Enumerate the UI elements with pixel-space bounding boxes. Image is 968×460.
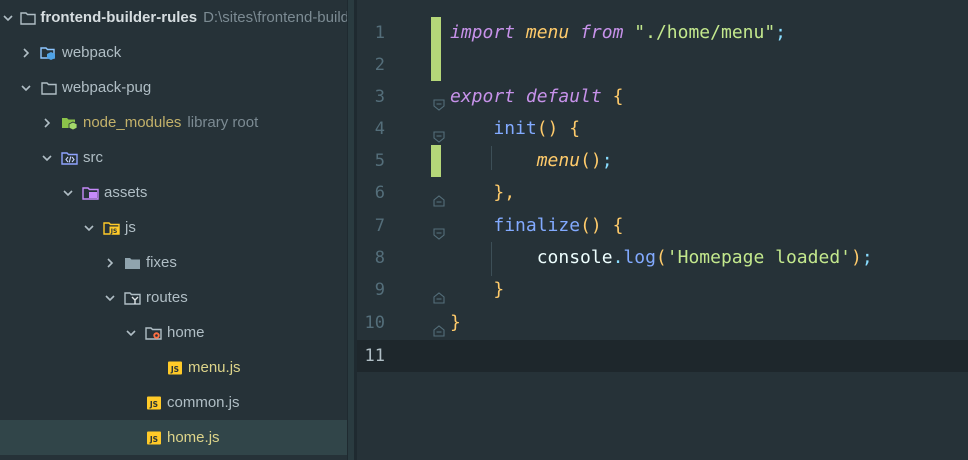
chevron-down-icon[interactable] bbox=[60, 185, 76, 201]
chevron-down-icon[interactable] bbox=[39, 150, 55, 166]
code-text: menu(); bbox=[536, 150, 613, 171]
js-file-icon: JS bbox=[145, 395, 163, 411]
tree-item-routes[interactable]: routes bbox=[0, 280, 347, 315]
line-number: 2 bbox=[374, 55, 385, 75]
tree-root-frontend-builder-rules[interactable]: frontend-builder-rules D:\sites\frontend… bbox=[0, 0, 347, 35]
js-file-icon: JS bbox=[145, 430, 163, 446]
chevron-right-icon[interactable] bbox=[18, 45, 34, 61]
line-number: 1 bbox=[374, 23, 385, 43]
tree-item-webpack[interactable]: webpack bbox=[0, 35, 347, 70]
tree-item-fixes[interactable]: fixes bbox=[0, 245, 347, 280]
code-text: export default { bbox=[450, 86, 624, 107]
code-line-1[interactable]: 1 import menu from "./home/menu"; bbox=[357, 17, 968, 49]
tree-item-label: home.js bbox=[167, 429, 220, 446]
chevron-down-icon[interactable] bbox=[2, 10, 14, 26]
tree-item-webpack-pug[interactable]: webpack-pug bbox=[0, 70, 347, 105]
root-project-path: D:\sites\frontend-build bbox=[203, 9, 347, 26]
code-line-3[interactable]: 3 export default { bbox=[357, 81, 968, 113]
folder-icon bbox=[20, 10, 37, 26]
chevron-down-icon[interactable] bbox=[81, 220, 97, 236]
tree-item-label: assets bbox=[104, 184, 148, 201]
library-root-hint: library root bbox=[187, 114, 259, 131]
js-folder-icon: JS bbox=[103, 220, 121, 236]
line-number: 4 bbox=[374, 119, 385, 139]
tree-item-common-js[interactable]: JS common.js bbox=[0, 385, 347, 420]
vcs-change-marker bbox=[431, 17, 441, 49]
line-number: 11 bbox=[364, 346, 385, 366]
line-number: 7 bbox=[374, 216, 385, 236]
line-number: 9 bbox=[374, 280, 385, 300]
line-number: 3 bbox=[374, 87, 385, 107]
tree-item-menu-js[interactable]: JS menu.js bbox=[0, 350, 347, 385]
routes-folder-icon bbox=[124, 290, 142, 306]
line-number: 6 bbox=[374, 183, 385, 203]
line-number: 5 bbox=[374, 151, 385, 171]
tree-item-label: home bbox=[167, 324, 205, 341]
code-line-11[interactable]: 11 bbox=[357, 340, 968, 372]
home-folder-icon bbox=[145, 325, 163, 341]
svg-text:JS: JS bbox=[170, 365, 179, 374]
tree-item-label: node_modules bbox=[83, 114, 182, 131]
tree-item-label: fixes bbox=[146, 254, 177, 271]
svg-text:JS: JS bbox=[149, 400, 158, 409]
code-line-4[interactable]: 4 init() { bbox=[357, 113, 968, 145]
code-text: console.log('Homepage loaded'); bbox=[536, 247, 873, 268]
tree-item-label: menu.js bbox=[188, 359, 241, 376]
folder-icon bbox=[124, 255, 142, 271]
code-text: } bbox=[493, 279, 505, 300]
tree-item-label: common.js bbox=[167, 394, 240, 411]
code-text: finalize() { bbox=[493, 215, 624, 236]
code-text: import menu from "./home/menu"; bbox=[450, 22, 787, 43]
code-line-9[interactable]: 9 } bbox=[357, 274, 968, 306]
source-folder-icon bbox=[61, 150, 79, 166]
code-line-7[interactable]: 7 finalize() { bbox=[357, 210, 968, 242]
tree-item-label: src bbox=[83, 149, 103, 166]
code-line-8[interactable]: 8 console.log('Homepage loaded'); bbox=[357, 242, 968, 274]
code-text: }, bbox=[493, 182, 516, 203]
tree-item-label: routes bbox=[146, 289, 188, 306]
tree-item-home-js[interactable]: JS home.js bbox=[0, 420, 347, 455]
code-text: init() { bbox=[493, 118, 581, 139]
vcs-change-marker bbox=[431, 145, 441, 177]
code-line-5[interactable]: 5 menu(); bbox=[357, 145, 968, 177]
tree-item-label: webpack-pug bbox=[62, 79, 152, 96]
line-number: 8 bbox=[374, 248, 385, 268]
tree-item-js[interactable]: JS js bbox=[0, 210, 347, 245]
code-line-6[interactable]: 6 }, bbox=[357, 177, 968, 209]
tree-item-node-modules[interactable]: node_modules library root bbox=[0, 105, 347, 140]
chevron-right-icon[interactable] bbox=[39, 115, 55, 131]
webpack-folder-icon bbox=[40, 45, 58, 61]
folder-icon bbox=[40, 80, 58, 96]
code-text: } bbox=[450, 312, 461, 333]
code-editor[interactable]: 1 import menu from "./home/menu"; 2 3 ex… bbox=[357, 0, 968, 460]
root-project-name: frontend-builder-rules bbox=[40, 9, 198, 26]
scrollbar-thumb[interactable] bbox=[348, 0, 354, 460]
svg-text:JS: JS bbox=[110, 228, 118, 235]
tree-item-assets[interactable]: assets bbox=[0, 175, 347, 210]
node-modules-folder-icon bbox=[61, 115, 79, 131]
vcs-change-marker bbox=[431, 49, 441, 81]
chevron-down-icon[interactable] bbox=[18, 80, 34, 96]
code-line-10[interactable]: 10 } bbox=[357, 307, 968, 339]
chevron-down-icon[interactable] bbox=[123, 325, 139, 341]
assets-folder-icon bbox=[82, 185, 100, 201]
tree-item-label: js bbox=[125, 219, 136, 236]
line-number: 10 bbox=[364, 313, 385, 333]
svg-text:JS: JS bbox=[149, 435, 158, 444]
js-file-icon: JS bbox=[166, 360, 184, 376]
tree-item-home-folder[interactable]: home bbox=[0, 315, 347, 350]
tree-item-src[interactable]: src bbox=[0, 140, 347, 175]
chevron-right-icon[interactable] bbox=[102, 255, 118, 271]
chevron-down-icon[interactable] bbox=[102, 290, 118, 306]
panel-splitter[interactable] bbox=[347, 0, 357, 460]
tree-item-label: webpack bbox=[62, 44, 122, 61]
project-tree-panel: frontend-builder-rules D:\sites\frontend… bbox=[0, 0, 347, 460]
code-line-2[interactable]: 2 bbox=[357, 49, 968, 81]
